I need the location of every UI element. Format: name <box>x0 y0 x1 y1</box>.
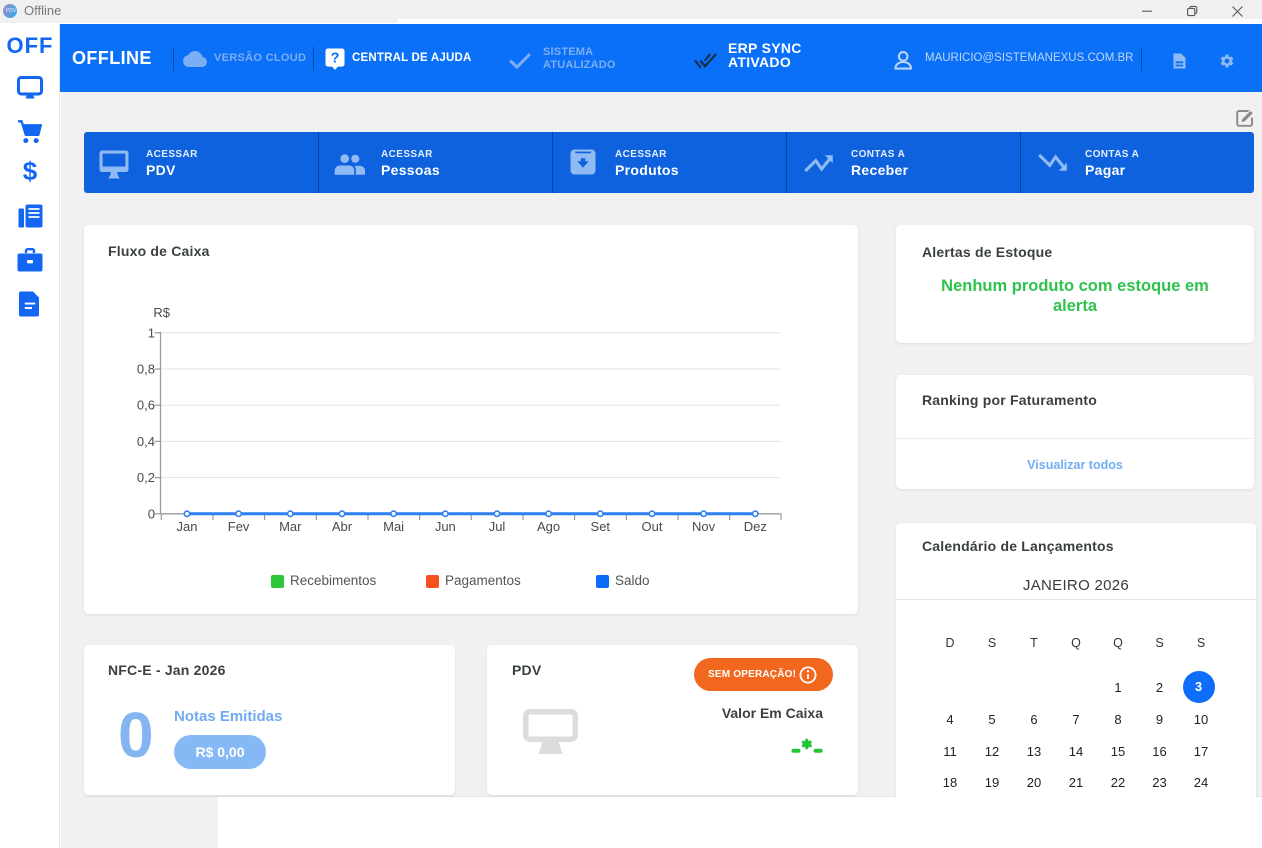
svg-text:Dez: Dez <box>744 519 767 534</box>
svg-text:1: 1 <box>148 325 155 340</box>
svg-text:Fev: Fev <box>228 519 250 534</box>
svg-text:Nov: Nov <box>692 519 716 534</box>
svg-text:Set: Set <box>591 519 611 534</box>
svg-text:Jun: Jun <box>435 519 456 534</box>
svg-text:0: 0 <box>148 506 155 521</box>
svg-text:?: ? <box>331 50 340 66</box>
svg-text:0,6: 0,6 <box>137 398 155 413</box>
svg-text:R$: R$ <box>153 305 170 320</box>
svg-text:0,2: 0,2 <box>137 470 155 485</box>
svg-text:0,8: 0,8 <box>137 362 155 377</box>
svg-text:Out: Out <box>642 519 663 534</box>
svg-text:Abr: Abr <box>332 519 353 534</box>
svg-text:Ago: Ago <box>537 519 560 534</box>
svg-text:0,4: 0,4 <box>137 434 155 449</box>
svg-text:Jan: Jan <box>177 519 198 534</box>
svg-text:Jul: Jul <box>489 519 506 534</box>
svg-text:Mar: Mar <box>279 519 302 534</box>
svg-text:Mai: Mai <box>383 519 404 534</box>
